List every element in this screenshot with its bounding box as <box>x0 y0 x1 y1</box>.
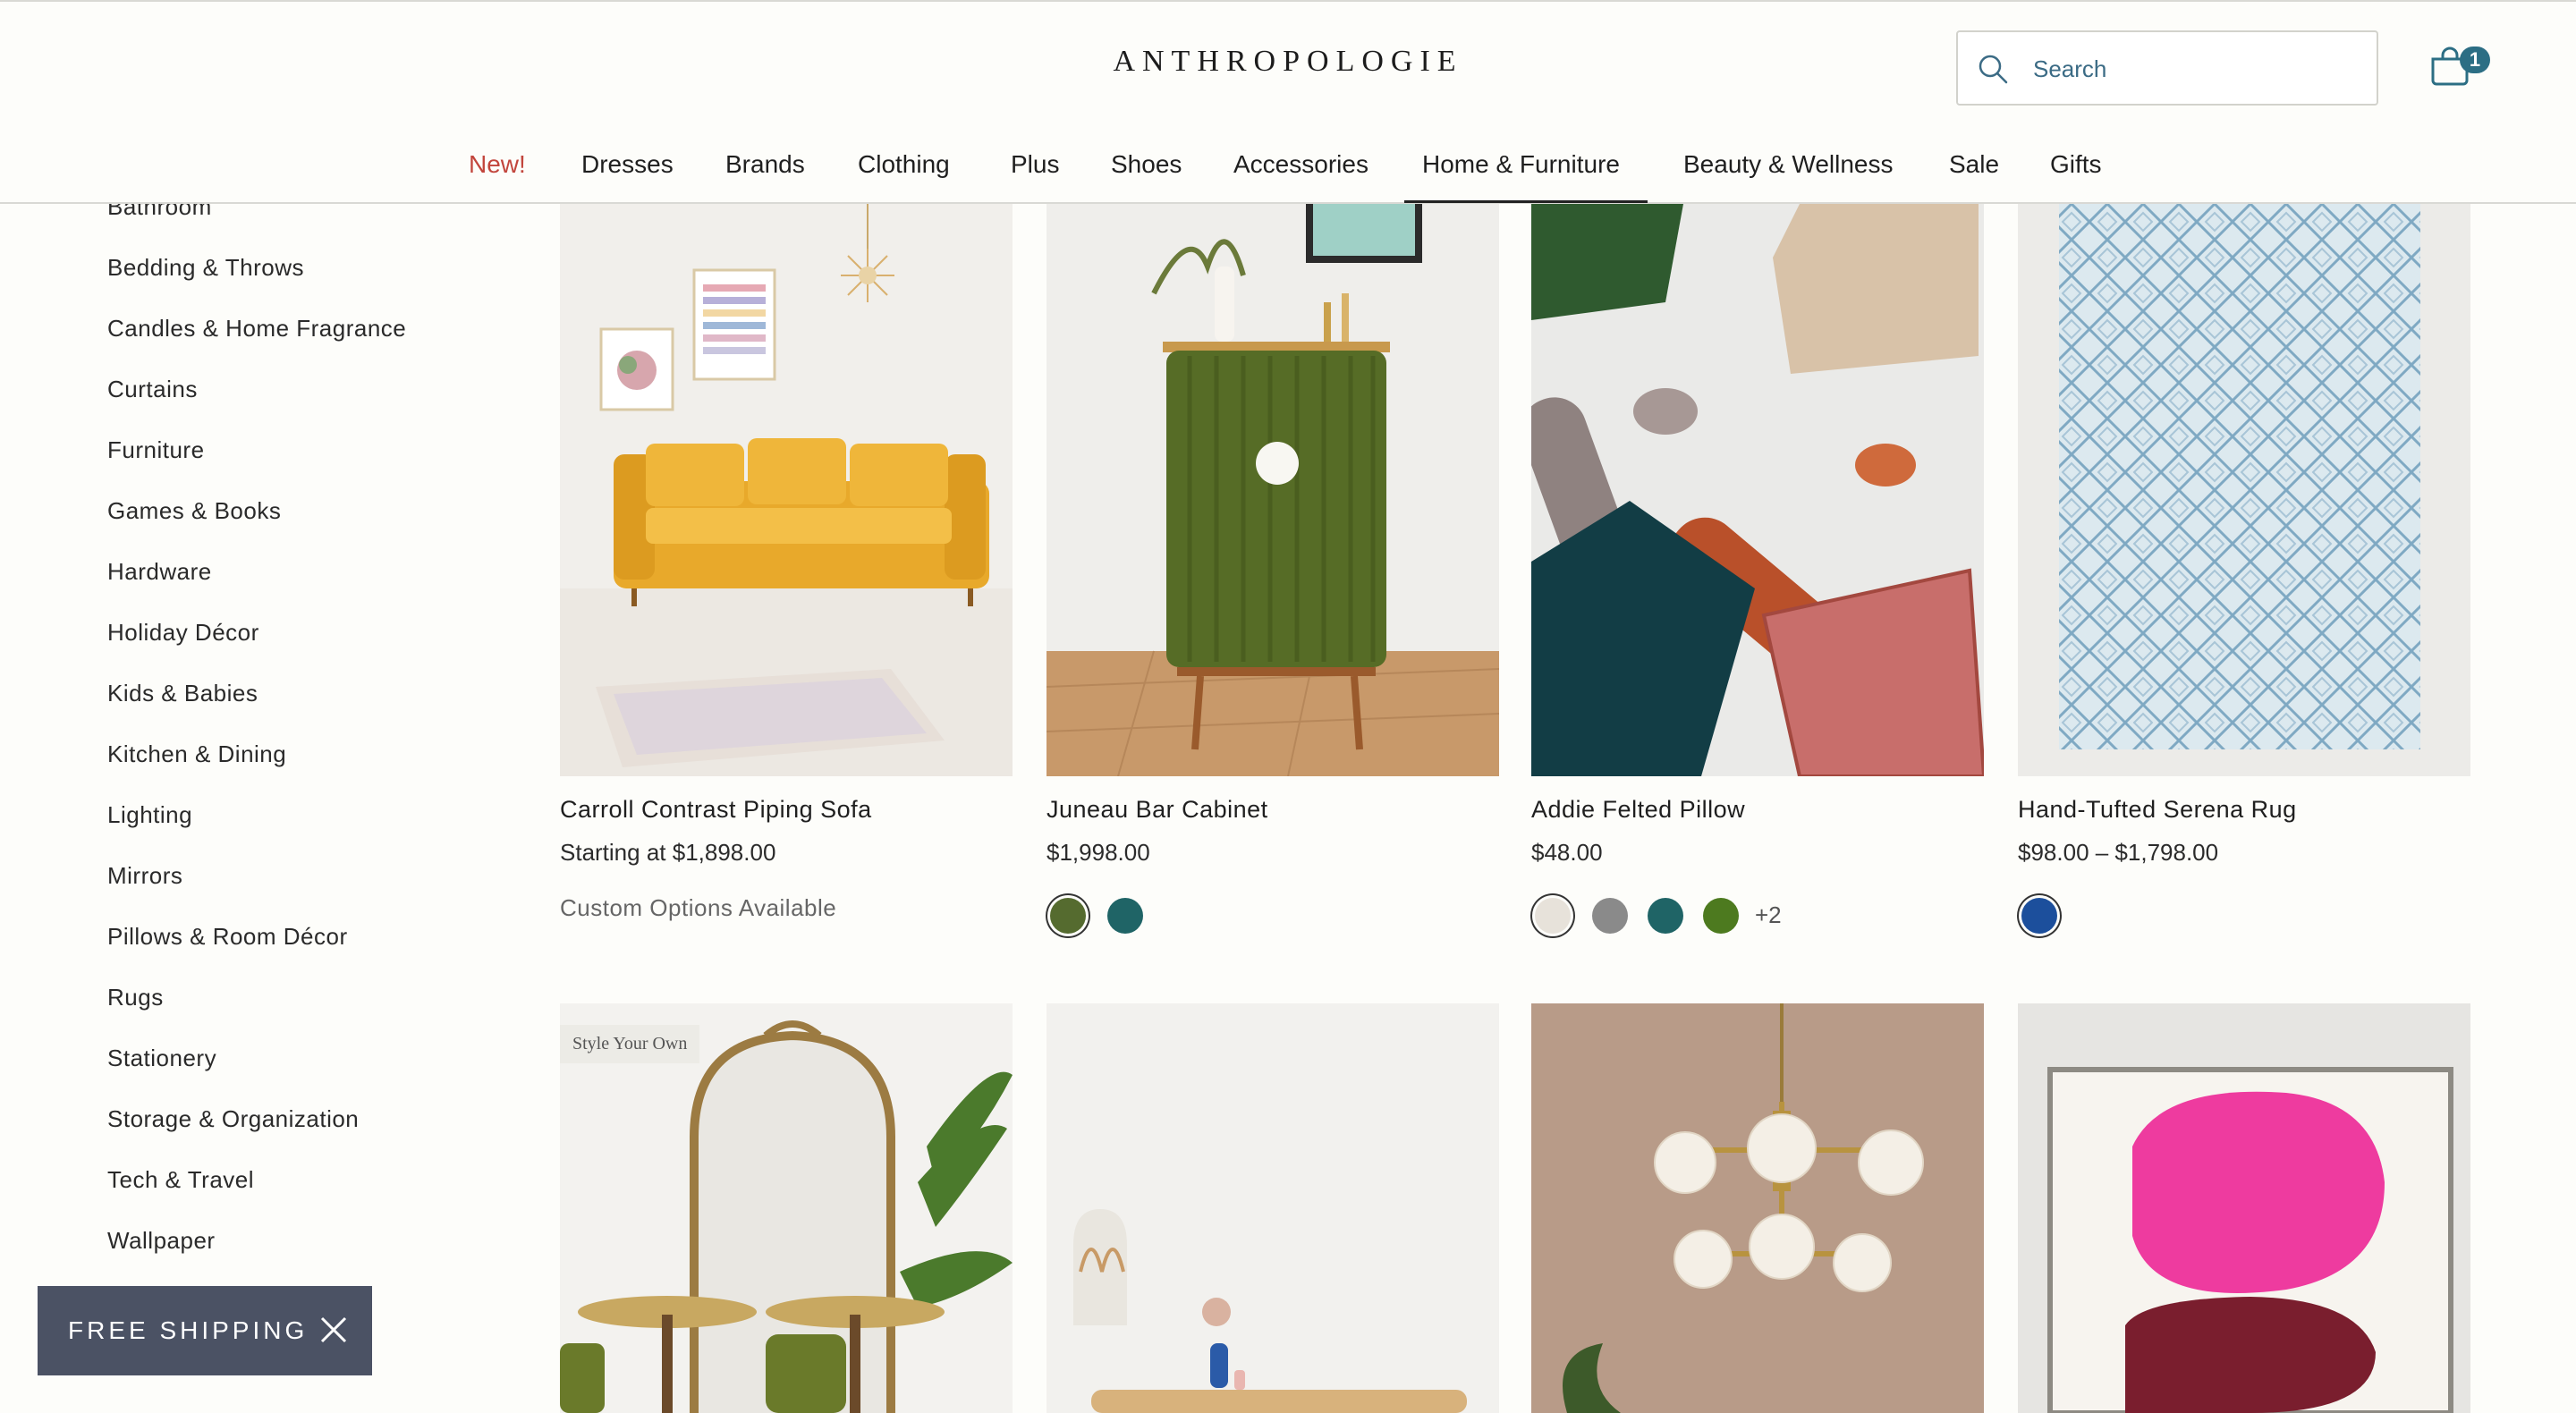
product-price: $48.00 <box>1531 839 1603 866</box>
style-your-own-tag: Style Your Own <box>560 1025 700 1063</box>
color-swatches <box>1046 894 1225 939</box>
sidebar-item-holiday-decor[interactable]: Holiday Décor <box>107 619 259 647</box>
close-icon[interactable] <box>317 1313 351 1347</box>
sidebar-item-storage[interactable]: Storage & Organization <box>107 1105 359 1133</box>
product-name[interactable]: Carroll Contrast Piping Sofa <box>560 796 872 824</box>
nav-beauty-wellness[interactable]: Beauty & Wellness <box>1683 150 1894 179</box>
main-nav: New! Dresses Brands Clothing Plus Shoes … <box>0 145 2576 206</box>
search-placeholder: Search <box>2033 55 2107 82</box>
product-image-chandelier[interactable] <box>1531 1003 1984 1413</box>
cart-count-badge: 1 <box>2460 47 2490 73</box>
sidebar-item-mirrors[interactable]: Mirrors <box>107 862 182 890</box>
product-price: $98.00 – $1,798.00 <box>2018 839 2219 866</box>
product-image-sofa[interactable] <box>560 204 1013 776</box>
sidebar-item-furniture[interactable]: Furniture <box>107 436 205 464</box>
search-icon <box>1979 55 2008 84</box>
sidebar-item-stationery[interactable]: Stationery <box>107 1045 216 1072</box>
search-input[interactable]: Search <box>1956 30 2378 106</box>
swatch-blue[interactable] <box>2021 898 2057 934</box>
sidebar-item-games-books[interactable]: Games & Books <box>107 497 281 525</box>
sidebar-item-curtains[interactable]: Curtains <box>107 376 198 403</box>
product-price: $1,998.00 <box>1046 839 1150 866</box>
swatch-teal[interactable] <box>1648 898 1683 934</box>
sidebar-item-wallpaper[interactable]: Wallpaper <box>107 1227 216 1255</box>
nav-clothing[interactable]: Clothing <box>858 150 950 179</box>
swatch-olive[interactable] <box>1050 898 1086 934</box>
sidebar-item-bedding[interactable]: Bedding & Throws <box>107 254 304 282</box>
custom-options-note: Custom Options Available <box>560 894 837 921</box>
free-shipping-banner[interactable]: FREE SHIPPING <box>38 1286 372 1375</box>
nav-dresses[interactable]: Dresses <box>581 150 674 179</box>
swatch-grey[interactable] <box>1592 898 1628 934</box>
active-nav-indicator <box>1404 200 1648 203</box>
product-image-rug[interactable] <box>2018 204 2470 776</box>
swatch-cream[interactable] <box>1535 898 1571 934</box>
free-shipping-label: FREE SHIPPING <box>68 1316 309 1344</box>
more-swatches-count[interactable]: +2 <box>1755 901 1782 929</box>
product-image-bar-cabinet[interactable] <box>1046 204 1499 776</box>
sidebar-item-candles[interactable]: Candles & Home Fragrance <box>107 315 406 343</box>
nav-new[interactable]: New! <box>469 150 526 179</box>
sidebar-item-tech-travel[interactable]: Tech & Travel <box>107 1166 254 1194</box>
product-image-mirror[interactable] <box>560 1003 1013 1413</box>
sidebar-item-lighting[interactable]: Lighting <box>107 801 192 829</box>
product-name[interactable]: Juneau Bar Cabinet <box>1046 796 1268 824</box>
sidebar-item-pillows-room-decor[interactable]: Pillows & Room Décor <box>107 923 348 951</box>
product-image-dining-table[interactable] <box>1046 1003 1499 1413</box>
sidebar-item-kids-babies[interactable]: Kids & Babies <box>107 680 258 707</box>
product-price: Starting at $1,898.00 <box>560 839 776 866</box>
product-image-pillow[interactable] <box>1531 204 1984 776</box>
nav-accessories[interactable]: Accessories <box>1233 150 1368 179</box>
sidebar-item-kitchen-dining[interactable]: Kitchen & Dining <box>107 740 286 768</box>
nav-brands[interactable]: Brands <box>725 150 805 179</box>
swatch-moss[interactable] <box>1703 898 1739 934</box>
color-swatches <box>2018 894 2107 939</box>
sidebar-item-rugs[interactable]: Rugs <box>107 984 164 1011</box>
cart-button[interactable]: 1 <box>2429 41 2490 86</box>
nav-sale[interactable]: Sale <box>1949 150 1999 179</box>
product-name[interactable]: Addie Felted Pillow <box>1531 796 1745 824</box>
nav-shoes[interactable]: Shoes <box>1111 150 1182 179</box>
swatch-teal[interactable] <box>1107 898 1143 934</box>
color-swatches: +2 <box>1531 894 1826 939</box>
nav-plus[interactable]: Plus <box>1011 150 1059 179</box>
nav-gifts[interactable]: Gifts <box>2050 150 2102 179</box>
sidebar-item-hardware[interactable]: Hardware <box>107 558 212 586</box>
product-image-wall-art[interactable] <box>2018 1003 2470 1413</box>
nav-home-furniture[interactable]: Home & Furniture <box>1422 150 1620 179</box>
site-header: ANTHROPOLOGIE Search 1 New! Dresses Bran… <box>0 0 2576 204</box>
product-name[interactable]: Hand-Tufted Serena Rug <box>2018 796 2297 824</box>
